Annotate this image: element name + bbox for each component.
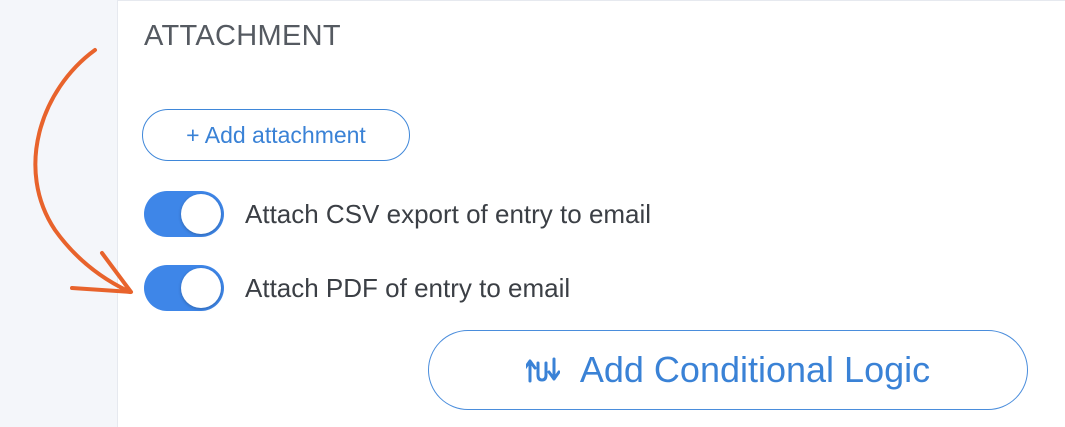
pdf-toggle-row: Attach PDF of entry to email	[144, 265, 570, 311]
conditional-logic-icon	[525, 355, 560, 385]
left-sidebar-strip	[0, 0, 118, 427]
toggle-knob	[181, 268, 221, 308]
add-conditional-logic-label: Add Conditional Logic	[579, 349, 931, 390]
toggle-knob	[181, 194, 221, 234]
csv-export-toggle-label: Attach CSV export of entry to email	[245, 198, 652, 229]
top-divider	[117, 0, 1065, 1]
add-conditional-logic-button[interactable]: Add Conditional Logic	[428, 330, 1028, 410]
csv-export-toggle-row: Attach CSV export of entry to email	[144, 191, 651, 237]
csv-export-toggle[interactable]	[144, 191, 224, 237]
add-attachment-button[interactable]: + Add attachment	[142, 109, 410, 161]
pdf-toggle-label: Attach PDF of entry to email	[245, 272, 571, 303]
pdf-toggle[interactable]	[144, 265, 224, 311]
attachment-section-title: ATTACHMENT	[144, 20, 341, 52]
email-settings-panel: ATTACHMENT + Add attachment Attach CSV e…	[0, 0, 1065, 427]
